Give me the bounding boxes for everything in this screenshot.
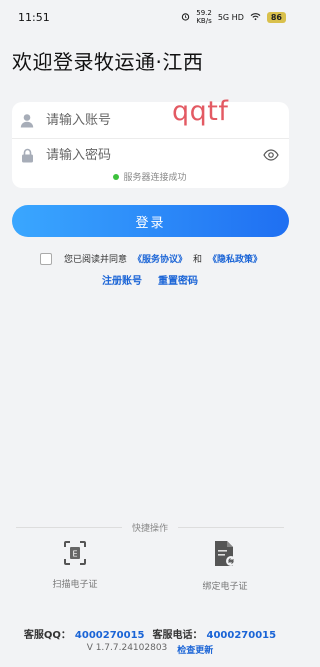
scan-icon: E <box>63 540 87 569</box>
phone-label: 客服电话： <box>152 630 203 641</box>
service-agreement-link[interactable]: 《服务协议》 <box>133 252 187 265</box>
user-icon <box>18 112 36 130</box>
footer-version: V 1.7.7.24102803 检查更新 <box>0 643 300 656</box>
status-bar: 11:51 59.2 KB/s 5G HD 86 <box>0 0 300 34</box>
lock-icon <box>18 146 36 164</box>
password-field[interactable] <box>12 138 289 171</box>
svg-text:E: E <box>72 550 77 559</box>
password-input[interactable] <box>46 147 226 163</box>
divider-line-left <box>16 526 122 528</box>
agreement-checkbox[interactable] <box>40 252 52 265</box>
version-text: V 1.7.7.24102803 <box>86 643 168 653</box>
phone-contact: 客服电话： 4000270015 <box>153 626 277 641</box>
account-field[interactable] <box>12 104 289 137</box>
scan-certificate-button[interactable]: E 扫描电子证 <box>52 540 98 592</box>
quick-actions-title: 快捷操作 <box>132 523 169 534</box>
login-button[interactable]: 登录 <box>12 205 289 237</box>
net-speed: 59.2 KB/s <box>196 9 212 25</box>
network-indicator: 5G HD <box>217 12 244 22</box>
divider-line-right <box>178 526 285 528</box>
agreement-conjunction: 和 <box>193 255 203 265</box>
quick-actions-divider: 快捷操作 <box>16 520 285 534</box>
eye-icon[interactable] <box>263 147 279 167</box>
battery-indicator: 86 <box>266 11 286 23</box>
quick-actions: E 扫描电子证 绑定电子证 <box>0 540 300 592</box>
status-dot-icon <box>113 173 120 180</box>
qq-number[interactable]: 4000270015 <box>75 630 145 641</box>
bind-certificate-button[interactable]: 绑定电子证 <box>202 540 248 592</box>
qq-label: 客服QQ： <box>23 630 71 641</box>
status-time: 11:51 <box>18 10 50 24</box>
account-links: 注册账号 重置密码 <box>0 272 300 287</box>
footer-contact: 客服QQ： 4000270015 客服电话： 4000270015 <box>0 626 300 641</box>
bind-label: 绑定电子证 <box>202 582 248 592</box>
server-status: 服务器连接成功 <box>0 170 300 183</box>
phone-number[interactable]: 4000270015 <box>207 630 277 641</box>
alarm-icon <box>181 12 190 23</box>
server-status-text: 服务器连接成功 <box>123 173 187 183</box>
status-icons: 59.2 KB/s 5G HD 86 <box>181 9 286 25</box>
bind-document-icon <box>213 540 237 571</box>
reset-password-link[interactable]: 重置密码 <box>158 272 198 287</box>
qq-contact: 客服QQ： 4000270015 <box>24 626 145 641</box>
agreement-row: 您已阅读并同意 《服务协议》 和 《隐私政策》 <box>40 252 262 265</box>
register-link[interactable]: 注册账号 <box>102 272 142 287</box>
net-speed-value: 59.2 <box>196 9 212 17</box>
check-update-link[interactable]: 检查更新 <box>177 643 213 656</box>
agreement-prefix: 您已阅读并同意 <box>64 255 128 265</box>
watermark-text: qqtf <box>172 96 229 127</box>
page-title: 欢迎登录牧运通·江西 <box>12 50 204 74</box>
net-speed-unit: KB/s <box>196 17 212 25</box>
scan-label: 扫描电子证 <box>52 580 98 590</box>
wifi-icon <box>250 12 261 23</box>
privacy-policy-link[interactable]: 《隐私政策》 <box>208 252 262 265</box>
